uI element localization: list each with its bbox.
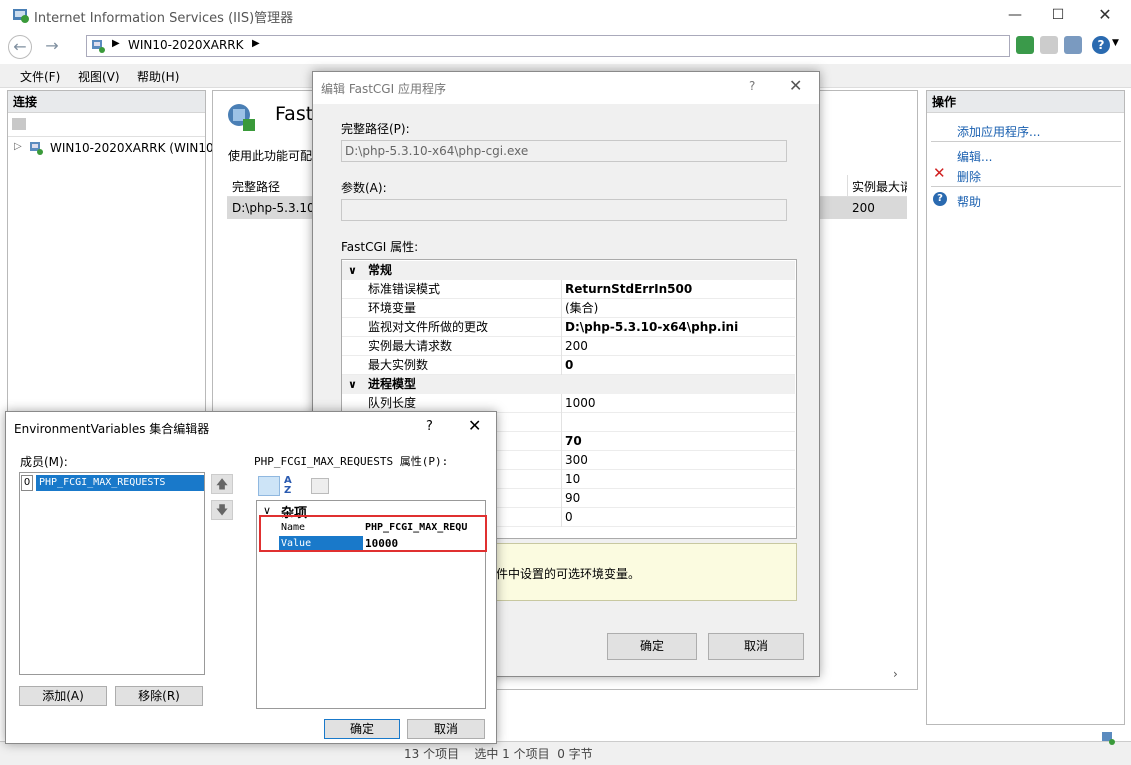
- member-item[interactable]: PHP_FCGI_MAX_REQUESTS: [36, 475, 204, 491]
- connect-icon[interactable]: [12, 118, 26, 130]
- chevron-down-icon[interactable]: ▼: [1112, 38, 1119, 48]
- refresh-icon[interactable]: [1016, 36, 1034, 54]
- row-max: 200: [852, 201, 875, 215]
- help-dropdown-icon[interactable]: ?: [1092, 36, 1110, 54]
- props-label: FastCGI 属性:: [341, 240, 419, 254]
- server-status-icon: [1102, 732, 1115, 745]
- members-label: 成员(M):: [20, 455, 68, 469]
- member-props-label: PHP_FCGI_MAX_REQUESTS 属性(P):: [254, 455, 449, 468]
- move-down-icon[interactable]: 🡇: [211, 500, 233, 520]
- breadcrumb-arrow-icon: ▶: [112, 38, 120, 49]
- property-row[interactable]: 实例最大请求数 200: [342, 337, 795, 356]
- category-process-model[interactable]: ∨ 进程模型: [342, 375, 795, 394]
- tree-item-server[interactable]: WIN10-2020XARRK (WIN10: [50, 141, 214, 155]
- iis-app-icon: [13, 9, 29, 23]
- actions-panel: 操作 添加应用程序... 编辑... ✕ 删除 ? 帮助: [926, 90, 1125, 725]
- fastcgi-feature-icon: [228, 104, 255, 131]
- property-pages-icon[interactable]: [311, 478, 329, 494]
- full-path-field[interactable]: D:\php-5.3.10-x64\php-cgi.exe: [341, 140, 787, 162]
- action-delete[interactable]: 删除: [957, 168, 981, 185]
- collapse-icon: ∨: [348, 378, 357, 391]
- category-general[interactable]: ∨ 常规: [342, 261, 795, 280]
- dialog-title: 编辑 FastCGI 应用程序: [321, 82, 446, 96]
- page-title: Fast: [275, 103, 314, 125]
- close-button[interactable]: ✕: [1082, 0, 1128, 30]
- env-cancel-button[interactable]: 取消: [407, 719, 485, 739]
- remove-button[interactable]: 移除(R): [115, 686, 203, 706]
- dialog-help-button[interactable]: ?: [749, 79, 755, 93]
- maximize-button[interactable]: ☐: [1035, 0, 1081, 30]
- args-field[interactable]: [341, 199, 787, 221]
- env-help-button[interactable]: ?: [426, 419, 433, 434]
- help-icon: ?: [933, 192, 947, 206]
- property-row[interactable]: 最大实例数 0: [342, 356, 795, 375]
- breadcrumb-arrow-icon[interactable]: ▶: [252, 38, 260, 49]
- property-row[interactable]: 环境变量 (集合): [342, 299, 795, 318]
- breadcrumb-server[interactable]: WIN10-2020XARRK: [128, 38, 244, 52]
- env-ok-button[interactable]: 确定: [324, 719, 400, 739]
- member-property-grid[interactable]: ∨ 杂项 Name PHP_FCGI_MAX_REQU Value 10000: [256, 500, 487, 709]
- window-title: Internet Information Services (IIS)管理器: [34, 11, 294, 26]
- back-icon[interactable]: ←: [8, 35, 32, 59]
- server-icon: [30, 142, 43, 155]
- sort-alpha-icon[interactable]: AZ: [284, 476, 302, 496]
- members-list[interactable]: 0 PHP_FCGI_MAX_REQUESTS: [19, 472, 205, 675]
- categorized-icon[interactable]: [258, 476, 280, 496]
- action-edit[interactable]: 编辑...: [957, 148, 992, 165]
- cancel-button[interactable]: 取消: [708, 633, 804, 660]
- stop-icon[interactable]: [1040, 36, 1058, 54]
- description-text: 件中设置的可选环境变量。: [496, 567, 641, 581]
- property-row[interactable]: 监视对文件所做的更改 D:\php-5.3.10-x64\php.ini: [342, 318, 795, 337]
- actions-header: 操作: [927, 91, 1124, 113]
- menu-help[interactable]: 帮助(H): [137, 68, 179, 85]
- action-help[interactable]: 帮助: [957, 193, 981, 210]
- expand-icon[interactable]: ▷: [14, 141, 22, 152]
- scroll-right-icon[interactable]: ›: [893, 667, 898, 681]
- page-description: 使用此功能可配: [228, 149, 313, 163]
- member-index: 0: [21, 475, 33, 491]
- dialog-close-button[interactable]: ✕: [789, 76, 802, 95]
- full-path-label: 完整路径(P):: [341, 122, 410, 136]
- ok-button[interactable]: 确定: [607, 633, 697, 660]
- highlight-box: [259, 515, 487, 552]
- col-header-max[interactable]: 实例最大请: [852, 178, 907, 195]
- server-icon: [92, 40, 105, 53]
- col-header-path[interactable]: 完整路径: [232, 178, 280, 195]
- collapse-icon: ∨: [348, 264, 357, 277]
- minimize-button[interactable]: —: [992, 0, 1038, 30]
- menu-file[interactable]: 文件(F): [20, 68, 60, 85]
- row-path: D:\php-5.3.10: [232, 201, 315, 215]
- env-variables-dialog: EnvironmentVariables 集合编辑器 ? ✕ 成员(M): 0 …: [5, 411, 497, 744]
- action-add-app[interactable]: 添加应用程序...: [957, 123, 1040, 140]
- status-text: 13 个项目 选中 1 个项目 0 字节: [404, 747, 593, 761]
- delete-icon: ✕: [933, 164, 946, 182]
- menu-view[interactable]: 视图(V): [78, 68, 120, 85]
- property-row[interactable]: 标准错误模式 ReturnStdErrIn500: [342, 280, 795, 299]
- args-label: 参数(A):: [341, 181, 387, 195]
- home-icon[interactable]: [1064, 36, 1082, 54]
- env-close-button[interactable]: ✕: [468, 416, 481, 435]
- forward-icon[interactable]: →: [40, 35, 64, 59]
- add-button[interactable]: 添加(A): [19, 686, 107, 706]
- env-dialog-title: EnvironmentVariables 集合编辑器: [14, 422, 210, 436]
- connections-header: 连接: [8, 91, 205, 113]
- move-up-icon[interactable]: 🡅: [211, 474, 233, 494]
